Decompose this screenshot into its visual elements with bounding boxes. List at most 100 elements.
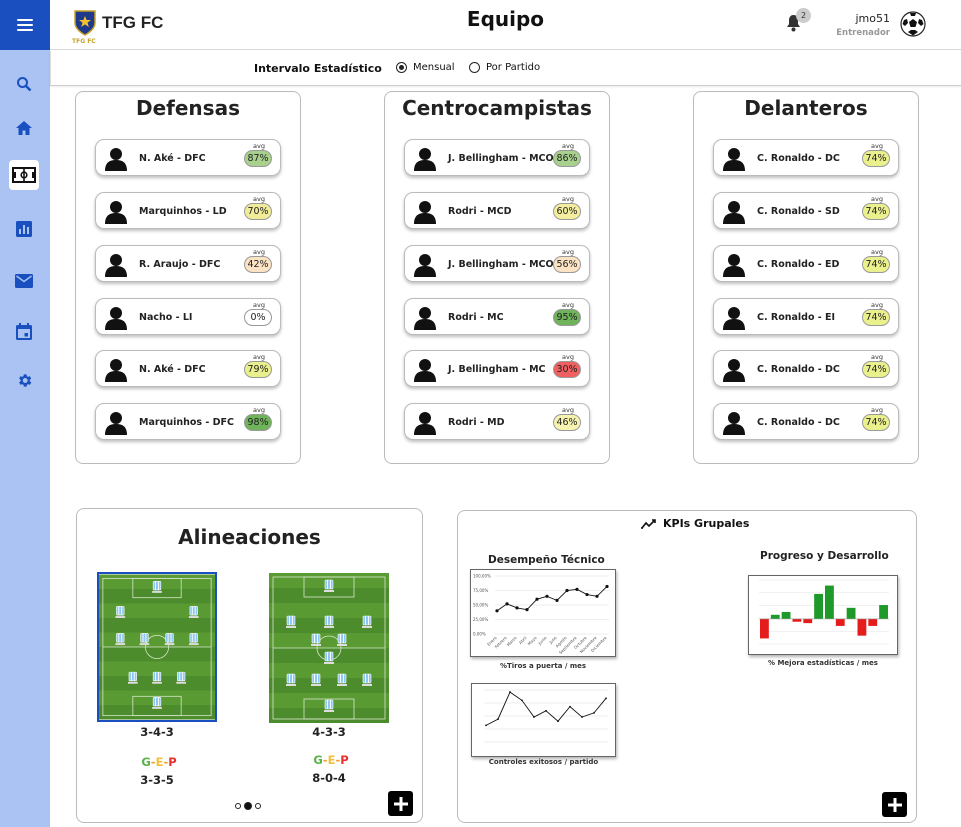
lineup-player-icon [115,606,126,618]
shots-caption: %Tiros a puerta / mes [499,662,587,670]
sidebar-item-messages[interactable] [9,266,39,296]
radio-mensual-dot[interactable] [396,62,407,73]
person-icon [723,253,745,281]
player-name: N. Aké - DFC [139,364,206,375]
player-card[interactable]: C. Ronaldo - ED avg 74% [713,245,899,282]
data-point [593,711,595,714]
player-card[interactable]: Marquinhos - LD avg 70% [95,192,281,229]
user-role: Entrenador [836,28,890,38]
data-point [495,609,499,613]
radio-por-partido[interactable]: Por Partido [469,62,540,73]
data-point [555,598,559,602]
add-lineup-button[interactable] [388,791,413,816]
carousel-dots[interactable] [235,802,261,810]
player-name: Marquinhos - DFC [139,417,234,428]
carousel-dot-3[interactable] [255,803,261,809]
player-card[interactable]: C. Ronaldo - DC avg 74% [713,139,899,176]
player-avg-badge: 42% [244,256,272,273]
person-icon [414,147,436,175]
person-icon [105,200,127,228]
player-card[interactable]: Rodri - MD avg 46% [404,403,590,440]
player-name: Rodri - MCD [448,206,512,217]
player-card[interactable]: R. Araujo - DFC avg 42% [95,245,281,282]
player-card[interactable]: J. Bellingham - MCO avg 56% [404,245,590,282]
data-point [557,720,559,723]
lineup-pitch-2[interactable] [269,573,389,723]
interval-label: Intervalo Estadístico [254,62,382,75]
sidebar-item-home[interactable] [9,113,39,143]
bar [825,585,834,619]
sidebar [0,0,50,827]
data-point [515,606,519,610]
carousel-dot-1[interactable] [235,803,241,809]
player-card[interactable]: J. Bellingham - MCO avg 86% [404,139,590,176]
radio-por-partido-dot[interactable] [469,62,480,73]
add-kpi-button[interactable] [882,792,907,817]
lineup-gep-2: G-E-P [313,753,349,767]
player-card[interactable]: C. Ronaldo - DC avg 74% [713,350,899,387]
player-name: J. Bellingham - MC [448,364,546,375]
menu-button[interactable] [0,0,50,50]
shots-chart-frame[interactable]: 100,00% 75,00% 50,00% 25,00% 0,00% Enero Febre… [470,569,616,657]
data-point [545,594,549,598]
player-name: J. Bellingham - MCO [448,153,554,164]
data-point [581,716,583,718]
avg-label: avg [562,353,574,361]
person-icon [723,358,745,386]
person-icon [105,253,127,281]
x-tick-label: Mayo [527,635,539,647]
lineup-record-1: 3-3-5 [140,773,174,787]
sidebar-item-team[interactable] [9,160,39,190]
player-card[interactable]: Rodri - MCD avg 60% [404,192,590,229]
data-point [509,691,511,693]
bar-chart-icon [16,221,32,237]
radio-mensual[interactable]: Mensual [396,62,455,73]
lineup-player-icon [139,633,150,646]
bar [770,614,780,619]
bar [781,612,791,619]
user-name[interactable]: jmo51 [850,12,891,25]
player-avg-badge: 95% [553,309,581,326]
player-card[interactable]: N. Aké - DFC avg 79% [95,350,281,387]
player-card[interactable]: C. Ronaldo - DC avg 74% [713,403,899,440]
data-point [605,584,609,589]
calendar-icon [16,322,32,340]
panel-delanteros: Delanteros C. Ronaldo - DC avg 74% C. Ronald… [693,91,919,464]
player-card[interactable]: Nacho - LI avg 0% [95,298,281,335]
player-card[interactable]: Marquinhos - DFC avg 98% [95,403,281,440]
sidebar-item-calendar[interactable] [9,316,39,346]
field-icon [12,167,36,183]
data-point [521,699,523,702]
lineup-player-icon [152,580,162,593]
avg-label: avg [562,406,574,414]
panel-title: Delanteros [744,96,868,120]
improvement-chart-frame[interactable] [748,575,898,655]
lineup-player-icon [188,606,199,618]
player-card[interactable]: C. Ronaldo - SD avg 74% [713,192,899,229]
player-card[interactable]: J. Bellingham - MC avg 30% [404,350,590,387]
avg-label: avg [253,406,265,414]
lineups-panel: Alineaciones 3-4-3 4-3-3 G-E-P G-E-P 3-3… [76,508,423,823]
sidebar-item-settings[interactable] [9,365,39,395]
avg-label: avg [253,195,265,203]
avatar[interactable] [900,11,926,37]
x-tick-label: Junio [537,635,549,647]
lineup-player-icon [152,671,162,684]
lineup-player-icon [324,615,334,628]
player-avg-badge: 74% [862,150,890,167]
player-card[interactable]: N. Aké - DFC avg 87% [95,139,281,176]
player-avg-badge: 74% [862,414,890,431]
series-line [496,586,608,612]
lineup-player-icon [286,615,296,628]
player-name: Rodri - MC [448,312,504,323]
player-card[interactable]: C. Ronaldo - EI avg 74% [713,298,899,335]
player-card[interactable]: Rodri - MC avg 95% [404,298,590,335]
lineup-pitch-1[interactable] [97,572,217,722]
controls-chart-frame[interactable] [471,683,616,757]
controls-chart [484,689,608,743]
sidebar-item-stats[interactable] [9,214,39,244]
player-name: C. Ronaldo - ED [757,259,840,270]
improvement-caption: % Mejora estadísticas / mes [768,659,878,667]
carousel-dot-2[interactable] [244,802,252,810]
sidebar-item-search[interactable] [9,69,39,99]
